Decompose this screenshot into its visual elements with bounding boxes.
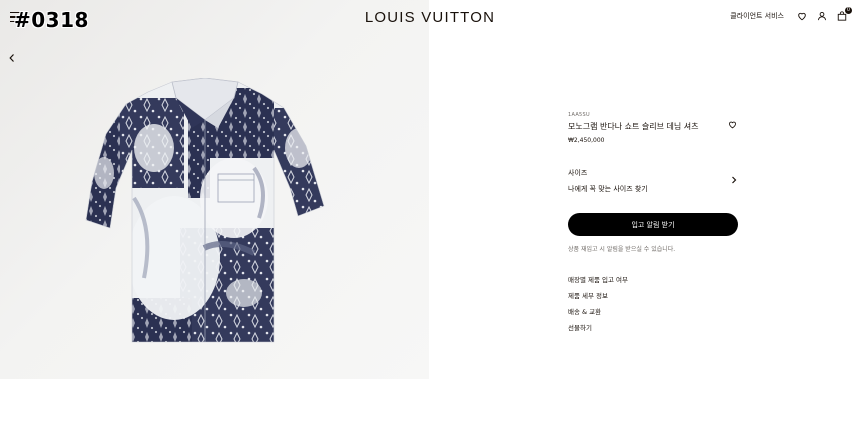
client-services-link[interactable]: 클라이언트 서비스: [730, 11, 784, 21]
size-label: 사이즈: [568, 169, 588, 177]
product-title: 모노그램 반다나 쇼트 슬리브 데님 셔츠: [568, 122, 699, 131]
delivery-returns-link[interactable]: 배송 & 교환: [568, 307, 628, 323]
product-links: 매장별 제품 입고 여부 제품 세부 정보 배송 & 교환 선물하기: [568, 275, 628, 339]
product-sku: 1AA5SU: [568, 112, 590, 118]
size-selector[interactable]: 사이즈: [568, 167, 738, 184]
notify-restock-button[interactable]: 입고 알림 받기: [568, 213, 738, 236]
gift-link[interactable]: 선물하기: [568, 323, 628, 339]
watermark-label: #0318: [14, 8, 89, 32]
brand-logo-link[interactable]: LOUIS VUITTON: [365, 9, 495, 26]
heart-icon[interactable]: [796, 10, 808, 22]
header-actions: 클라이언트 서비스 0: [730, 7, 852, 22]
user-icon[interactable]: [816, 10, 828, 22]
chevron-right-icon: [730, 169, 738, 184]
size-finder-link[interactable]: 나에게 꼭 맞는 사이즈 찾기: [568, 184, 648, 194]
product-gallery: [0, 0, 429, 379]
bag-icon[interactable]: 0: [836, 7, 852, 22]
restock-notice: 상품 재입고 시 알림을 받으실 수 있습니다.: [568, 246, 676, 253]
product-details-link[interactable]: 제품 세부 정보: [568, 291, 628, 307]
store-availability-link[interactable]: 매장별 제품 입고 여부: [568, 275, 628, 291]
product-price: ₩2,450,000: [568, 137, 605, 144]
heart-icon[interactable]: [728, 114, 738, 129]
site-header: #0318 LOUIS VUITTON 클라이언트 서비스 0: [0, 0, 860, 36]
product-info-panel: 1AA5SU 모노그램 반다나 쇼트 슬리브 데님 셔츠 ₩2,450,000 …: [568, 112, 738, 332]
product-image[interactable]: [84, 77, 326, 344]
bag-count-badge: 0: [845, 7, 852, 14]
chevron-left-icon[interactable]: [8, 48, 18, 62]
